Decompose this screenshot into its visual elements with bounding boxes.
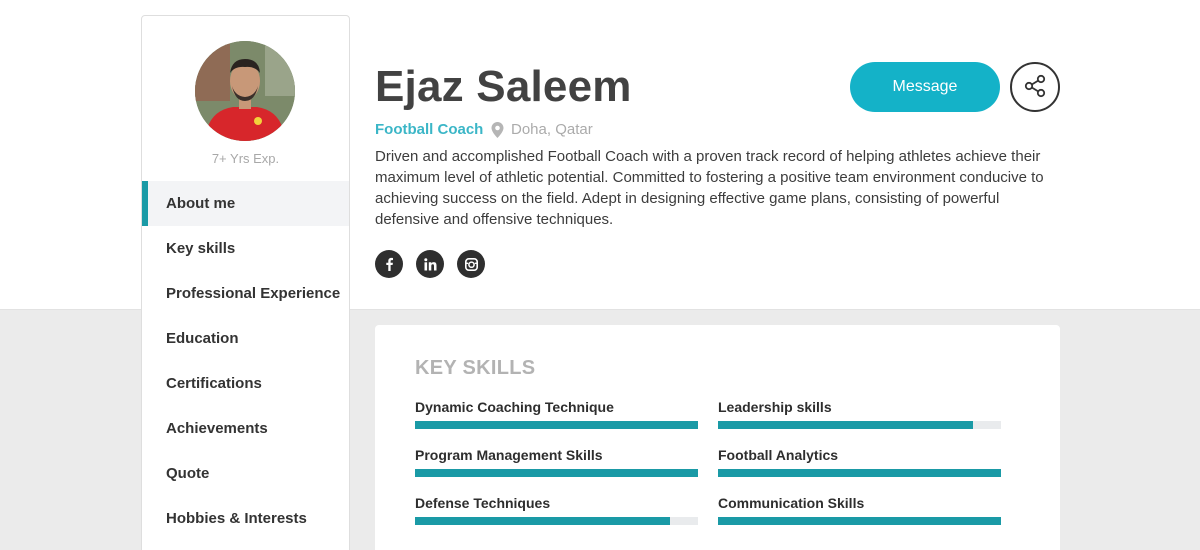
skill-item: Communication Skills [718, 495, 1001, 525]
key-skills-title: KEY SKILLS [415, 357, 536, 379]
linkedin-icon[interactable] [416, 250, 444, 278]
message-button[interactable]: Message [850, 62, 1000, 112]
skill-bar-fill [718, 421, 973, 429]
sidebar-item-quote[interactable]: Quote [142, 451, 349, 496]
sidebar-item-achievements[interactable]: Achievements [142, 406, 349, 451]
facebook-icon[interactable] [375, 250, 403, 278]
sidebar-item-professional-experience[interactable]: Professional Experience [142, 271, 349, 316]
skill-bar-track [415, 517, 698, 525]
sidebar-item-about-me[interactable]: About me [142, 181, 349, 226]
skill-bar-fill [415, 469, 698, 477]
share-icon [1023, 74, 1047, 101]
skill-label: Dynamic Coaching Technique [415, 399, 614, 415]
skill-bar-fill [415, 421, 698, 429]
key-skills-card: KEY SKILLS Dynamic Coaching Technique Le… [375, 325, 1060, 550]
skill-bar-fill [415, 517, 670, 525]
skill-item: Leadership skills [718, 399, 1001, 429]
skill-label: Football Analytics [718, 447, 839, 463]
sidebar-item-education[interactable]: Education [142, 316, 349, 361]
skill-label: Communication Skills [718, 495, 865, 511]
location-pin-icon [491, 121, 504, 138]
sidebar-item-certifications[interactable]: Certifications [142, 361, 349, 406]
skill-bar-track [415, 469, 698, 477]
social-links [375, 250, 485, 278]
profile-location: Doha, Qatar [491, 121, 593, 138]
profile-name: Ejaz Saleem [375, 62, 632, 111]
skill-bar-track [718, 517, 1001, 525]
sidebar-item-key-skills[interactable]: Key skills [142, 226, 349, 271]
skill-item: Dynamic Coaching Technique [415, 399, 698, 429]
skill-bar-track [718, 421, 1001, 429]
skill-bar-track [718, 469, 1001, 477]
skill-label: Leadership skills [718, 399, 832, 415]
avatar-photo [195, 41, 295, 141]
profile-sidebar: 7+ Yrs Exp. About me Key skills Professi… [141, 15, 350, 550]
skill-label: Program Management Skills [415, 447, 603, 463]
profile-bio: Driven and accomplished Football Coach w… [375, 148, 1044, 228]
instagram-icon[interactable] [457, 250, 485, 278]
skill-item: Program Management Skills [415, 447, 698, 477]
avatar [195, 41, 295, 141]
sidebar-item-hobbies[interactable]: Hobbies & Interests [142, 496, 349, 541]
skill-bar-track [415, 421, 698, 429]
sidebar-nav: About me Key skills Professional Experie… [142, 181, 349, 541]
skill-item: Football Analytics [718, 447, 1001, 477]
skill-label: Defense Techniques [415, 495, 551, 511]
location-text: Doha, Qatar [511, 121, 593, 138]
skill-item: Defense Techniques [415, 495, 698, 525]
skill-bar-fill [718, 469, 1001, 477]
share-button[interactable] [1010, 62, 1060, 112]
skill-bar-fill [718, 517, 1001, 525]
profile-role: Football Coach [375, 121, 484, 138]
experience-label: 7+ Yrs Exp. [211, 151, 280, 166]
